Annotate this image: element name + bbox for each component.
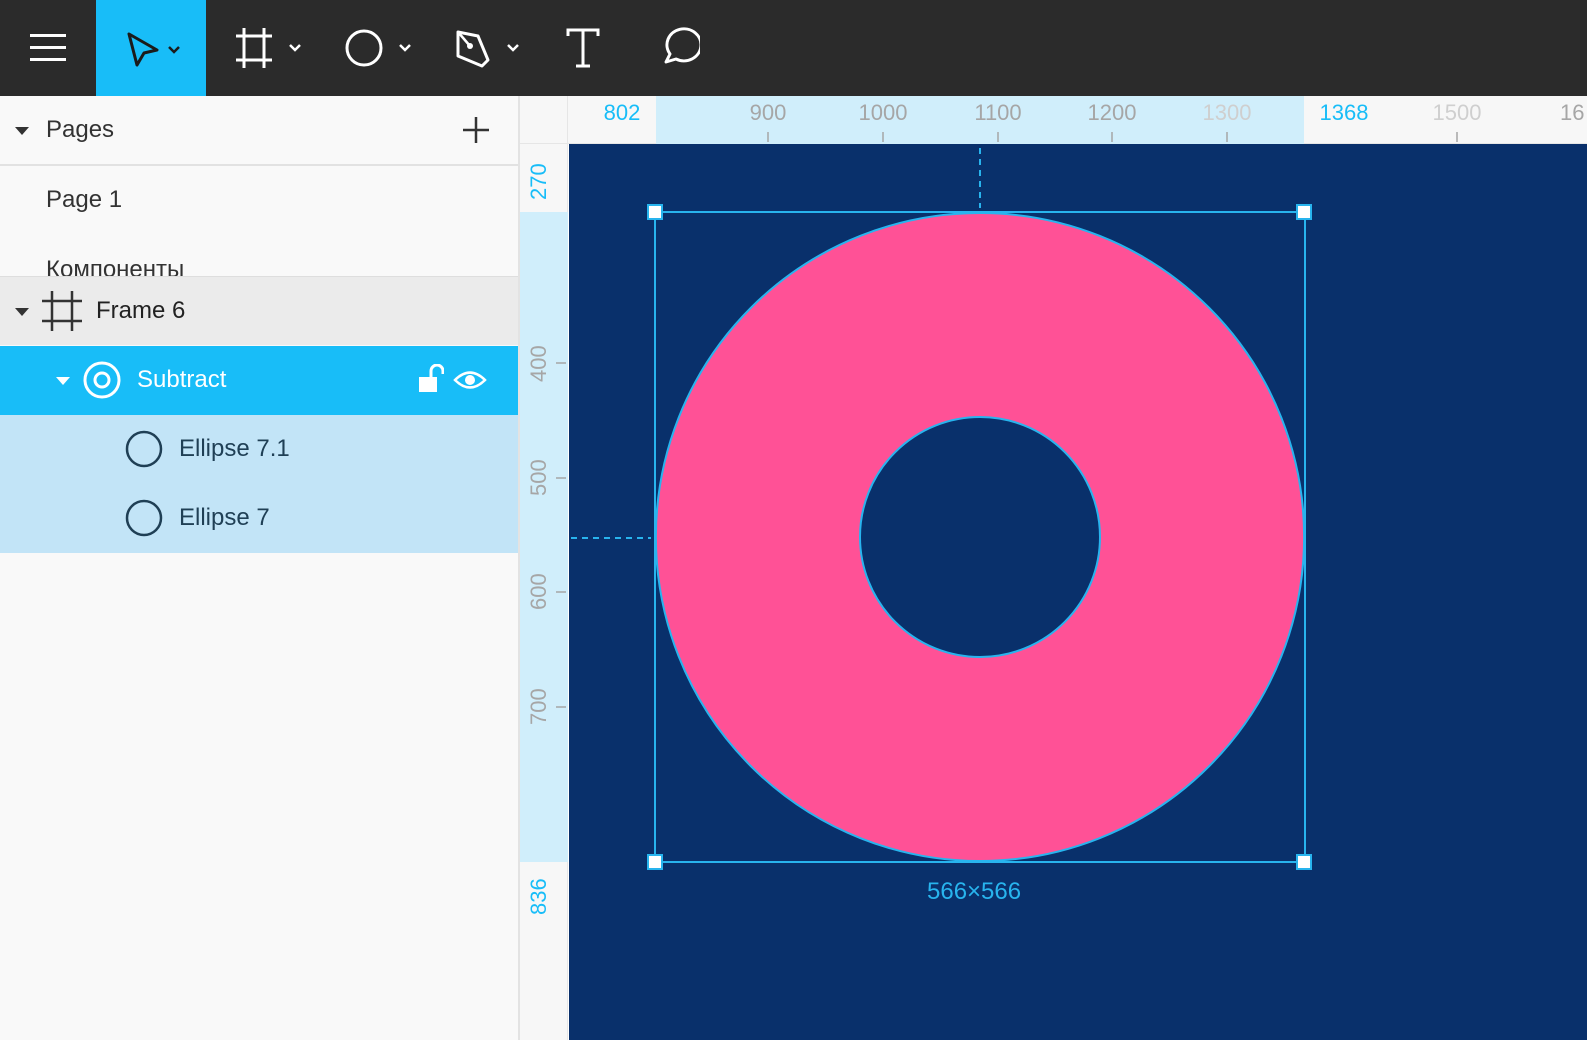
ruler-label: 836 [526,878,551,915]
resize-handle [1296,854,1312,870]
comment-tool-icon [664,27,700,64]
frame-tool-icon [236,28,301,68]
horizontal-ruler [520,96,1587,144]
ruler-label: 1300 [1202,100,1252,125]
resize-handle [647,204,663,220]
layer-label: Ellipse 7.1 [179,435,290,462]
add-page-icon[interactable] [462,116,490,144]
ruler-label: 16 [1560,100,1585,125]
layer-row-ellipse-7-1[interactable]: Ellipse 7.1 [0,415,518,484]
canvas-artwork [571,148,1312,870]
resize-handle [1296,204,1312,220]
menu-button[interactable] [0,0,96,96]
expand-caret-icon[interactable] [14,307,30,317]
ruler-corner [520,96,568,144]
layer-row-frame-6[interactable]: Frame 6 [0,276,518,345]
text-tool-icon [566,28,600,68]
ruler-label: 1100 [974,100,1022,125]
move-tool-icon [127,32,180,67]
layer-label: Subtract [137,366,227,393]
toolbar [0,0,1587,96]
ruler-label: 900 [749,100,787,125]
ruler-label: 600 [526,573,551,610]
ruler-label: 802 [603,100,641,125]
collapse-caret-icon[interactable] [14,126,30,136]
frame-icon [42,291,82,331]
unlock-icon[interactable] [418,364,444,394]
layer-row-subtract[interactable]: Subtract [0,346,518,415]
ruler-ticks [767,132,1458,142]
ruler-label: 500 [526,459,551,496]
ellipse-icon [125,430,163,468]
subtract-shape [655,211,1305,863]
frame-tool-button[interactable] [228,0,308,96]
page-item-page-1[interactable]: Page 1 [46,186,122,214]
ruler-label: 1368 [1319,100,1369,125]
layer-label: Ellipse 7 [179,504,270,531]
pages-header: Pages [0,96,518,166]
ruler-label: 700 [526,688,551,725]
ellipse-icon [125,499,163,537]
design-canvas[interactable] [569,144,1587,1040]
ruler-label: 400 [526,345,551,382]
layer-label: Frame 6 [96,297,186,324]
ruler-label: 1500 [1432,100,1482,125]
text-tool-button[interactable] [560,0,606,96]
comment-tool-button[interactable] [650,0,706,96]
ruler-label: 1000 [858,100,908,125]
resize-handle [647,854,663,870]
pen-tool-icon [456,30,519,68]
subtract-icon [83,361,121,399]
ruler-label: 1200 [1087,100,1137,125]
pages-title: Pages [46,116,115,143]
eye-icon[interactable] [453,369,487,391]
ellipse-tool-icon [345,29,411,67]
move-tool-button[interactable] [96,0,206,96]
layer-row-ellipse-7[interactable]: Ellipse 7 [0,484,518,553]
expand-caret-icon[interactable] [55,376,71,386]
ruler-label: 270 [526,163,551,200]
pen-tool-button[interactable] [448,0,528,96]
selection-size-label: 566×566 [927,878,1022,905]
ellipse-tool-button[interactable] [338,0,418,96]
menu-icon [30,34,66,61]
layers-panel: Pages Page 1 Компоненты Frame 6 Subtract [0,96,520,1040]
